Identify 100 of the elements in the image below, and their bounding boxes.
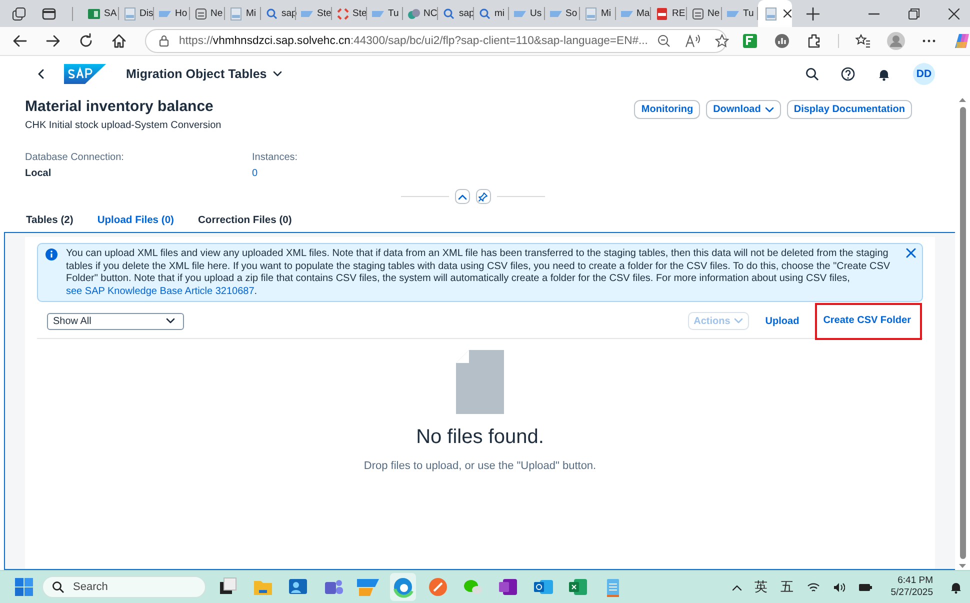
sap-logo[interactable] — [64, 64, 106, 84]
address-bar[interactable]: https://vhmhnsdzci.sap.solvehc.cn:44300/sap/bc/ui2/flp?sap-client=110&sap-language=EN#... — [145, 29, 727, 53]
tab-actions-icon[interactable] — [42, 6, 56, 20]
search-icon — [52, 581, 64, 593]
browser-tab[interactable]: Ne — [686, 0, 722, 27]
browser-tab[interactable]: Mi — [580, 0, 616, 27]
spreadsheet-icon — [87, 6, 101, 20]
menu-button[interactable]: Download — [706, 100, 781, 119]
info-icon — [45, 248, 58, 261]
star-icon[interactable] — [714, 34, 729, 48]
restore-icon[interactable] — [908, 8, 920, 20]
wifi-icon[interactable] — [806, 582, 820, 592]
search-icon — [442, 6, 456, 20]
news-page-icon — [194, 6, 208, 20]
workspaces-icon[interactable] — [12, 6, 26, 20]
browser-tab[interactable]: NC — [402, 0, 438, 27]
zoom-out-icon[interactable] — [656, 34, 671, 48]
lock-icon[interactable] — [158, 35, 170, 47]
chevron-up-icon[interactable] — [732, 584, 742, 590]
pin-icon — [478, 192, 488, 202]
browser-tab[interactable]: Ho — [154, 0, 190, 27]
user-avatar[interactable]: DD — [913, 63, 935, 85]
scrollbar-thumb[interactable] — [960, 107, 966, 559]
search-icon — [264, 6, 278, 20]
action-button[interactable]: Monitoring — [634, 100, 700, 119]
scroll-up-icon[interactable] — [958, 96, 967, 103]
start-icon[interactable] — [14, 577, 34, 597]
browser-tab[interactable]: mi — [474, 0, 509, 27]
attribute-value: Local — [25, 168, 52, 179]
tab[interactable]: Tables (2) — [25, 209, 74, 234]
browser-tab[interactable]: Dis — [118, 0, 154, 27]
browser-tab[interactable]: Tu — [367, 0, 402, 27]
browser-tab[interactable]: Ste — [296, 0, 332, 27]
tab[interactable]: Correction Files (0) — [196, 209, 293, 234]
battery-icon[interactable] — [858, 582, 872, 592]
browser-tab[interactable]: Us — [509, 0, 544, 27]
filter-select[interactable]: Show All — [47, 312, 184, 330]
image-page-icon — [122, 6, 136, 20]
browser-tab[interactable]: So — [544, 0, 580, 27]
clock[interactable]: 6:41 PM 5/27/2025 — [890, 575, 933, 599]
forward-icon[interactable] — [45, 33, 61, 49]
home-icon[interactable] — [111, 33, 127, 49]
speaker-icon[interactable] — [832, 582, 845, 592]
profile-avatar-icon[interactable] — [887, 32, 905, 50]
collapse-button[interactable] — [454, 189, 470, 204]
browser-tab[interactable]: Mi — [225, 0, 260, 27]
new-tab-icon[interactable] — [806, 6, 820, 20]
attribute-link[interactable]: 0 — [252, 168, 930, 179]
attribute-label: Database Connection: — [25, 152, 125, 163]
taskbar-search-field[interactable]: Search — [42, 576, 206, 598]
news-page-icon — [690, 6, 704, 20]
favorites-icon[interactable] — [855, 33, 871, 49]
puzzle-icon[interactable] — [806, 33, 822, 49]
input-language-indicator[interactable]: 英 — [754, 578, 768, 596]
empty-state-title: No files found. — [416, 426, 544, 449]
notification-bell-icon[interactable] — [950, 580, 962, 594]
close-icon[interactable] — [782, 9, 792, 18]
toolbar-button[interactable]: Upload — [759, 312, 806, 330]
browser-tab[interactable]: Ste — [332, 0, 367, 27]
toolbar-button[interactable]: Create CSV Folder — [817, 312, 917, 330]
copilot-icon[interactable] — [953, 32, 970, 50]
caret-icon — [734, 318, 744, 324]
clock-time: 6:41 PM — [898, 575, 933, 587]
pdf-file-icon — [655, 6, 669, 20]
browser-tab[interactable]: Ma — [616, 0, 651, 27]
browser-tab[interactable]: Ne — [190, 0, 225, 27]
browser-tab[interactable] — [758, 0, 792, 27]
close-icon[interactable] — [948, 8, 960, 20]
empty-document-icon — [455, 349, 505, 415]
empty-state-text: Drop files to upload, or use the "Upload" button. — [364, 460, 596, 472]
pin-button[interactable] — [476, 189, 490, 204]
browser-tab[interactable]: SA — [83, 0, 118, 27]
url-text: https://vhmhnsdzci.sap.solvehc.cn:44300/sap/bc/ui2/flp?sap-client=110&sap-language=EN#... — [179, 35, 648, 47]
reload-icon[interactable] — [78, 33, 94, 49]
caret-icon — [166, 318, 175, 324]
search-icon — [478, 6, 492, 20]
chart-badge-icon[interactable] — [774, 33, 790, 49]
caret-icon[interactable] — [272, 71, 282, 77]
caret-icon — [764, 106, 774, 112]
page-subtitle: CHK Initial stock upload-System Conversion — [25, 120, 222, 131]
search-icon[interactable] — [805, 67, 819, 81]
caret-up-icon — [458, 194, 466, 200]
action-button[interactable]: Display Documentation — [786, 100, 912, 119]
extension-icon[interactable] — [742, 33, 758, 49]
read-aloud-icon[interactable] — [684, 34, 701, 48]
message-text: You can upload XML files and view any uploaded XML files. Note that if data from an XML file has been transferred to the staging tables, then this data will not be deleted from the staging tables if you delete the XML file here. If you want to populate the staging tables with data using CSV files, you need to create a folder for the CSV files. To do this, choose the "Create CSV Folder" button. Note that if you upload a zip file that contains CSV files, the system will automatically create a folder for the CSV files. For more information about using CSV files, see SAP Knowledge Base Article 3210687. — [66, 248, 892, 298]
notebook-icon — [497, 576, 519, 598]
spreadsheet-icon — [567, 576, 589, 598]
help-icon[interactable] — [841, 67, 855, 81]
input-mode-indicator[interactable]: 五 — [780, 578, 794, 596]
attribute-label: Instances: — [252, 152, 299, 163]
bell-icon[interactable] — [877, 67, 891, 81]
image-page-icon — [584, 6, 598, 20]
knowledge-base-link[interactable]: see SAP Knowledge Base Article 3210687 — [66, 286, 254, 296]
pen-icon — [427, 576, 449, 598]
browser-tab[interactable]: Tu — [722, 0, 758, 27]
browser-tab[interactable]: RE — [651, 0, 686, 27]
image-page-icon — [229, 6, 243, 20]
app-title[interactable]: Migration Object Tables — [126, 67, 267, 81]
back-icon[interactable] — [12, 33, 28, 49]
